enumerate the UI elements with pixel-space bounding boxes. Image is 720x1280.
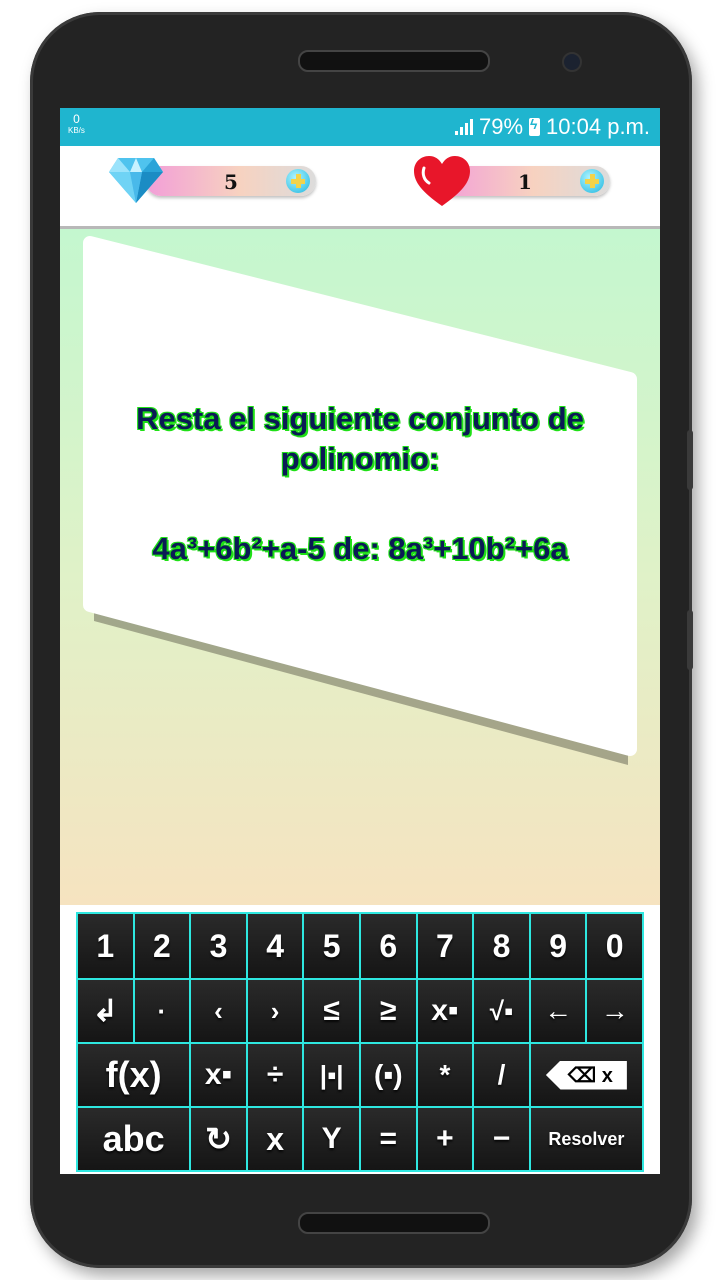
volume-button — [687, 430, 693, 490]
key-absolute[interactable]: |▪| — [303, 1043, 360, 1107]
key-multiply[interactable]: * — [416, 1043, 474, 1107]
key-enter[interactable]: ↲ — [77, 979, 134, 1043]
key-divide[interactable]: / — [473, 1043, 530, 1107]
key-minus[interactable]: − — [473, 1107, 530, 1171]
key-power[interactable]: x▪ — [416, 979, 474, 1043]
question-card — [83, 236, 637, 765]
diamond-counter: 5 — [146, 166, 316, 196]
status-right: 79% 10:04 p.m. — [455, 114, 650, 140]
key-y[interactable]: Y — [303, 1107, 360, 1171]
battery-percent: 79% — [479, 114, 524, 139]
key-plus[interactable]: + — [416, 1107, 474, 1171]
key-7[interactable]: 7 — [416, 913, 474, 979]
key-0[interactable]: 0 — [586, 913, 643, 979]
key-abc[interactable]: abc — [77, 1107, 191, 1171]
key-refresh[interactable]: ↻ — [190, 1107, 247, 1171]
signal-icon — [455, 119, 473, 135]
key-solve[interactable]: Resolver — [529, 1107, 643, 1171]
clock: 10:04 p.m. — [546, 114, 650, 139]
key-parentheses[interactable]: (▪) — [360, 1043, 417, 1107]
front-camera — [562, 52, 582, 72]
diamond-icon — [109, 158, 163, 203]
key-8[interactable]: 8 — [473, 913, 530, 979]
key-greater-than[interactable]: › — [246, 979, 304, 1043]
key-2[interactable]: 2 — [133, 913, 191, 979]
key-9[interactable]: 9 — [529, 913, 587, 979]
key-3[interactable]: 3 — [190, 913, 247, 979]
question-area: Resta el siguiente conjunto de polinomio… — [60, 229, 660, 981]
app-screen: 0 KB/s 79% 10:04 p.m. 5 1 — [60, 108, 660, 1174]
battery-charging-icon — [529, 116, 541, 136]
math-keyboard: 1 2 3 4 5 6 7 8 9 0 ↲ · ‹ › ≤ ≥ x▪ √▪ ← → f(x) x▪ ÷ |▪| (▪) * / ⌫ x… — [76, 912, 644, 1172]
key-x[interactable]: x — [246, 1107, 304, 1171]
key-sqrt[interactable]: √▪ — [473, 979, 530, 1043]
key-subscript[interactable]: x▪ — [190, 1043, 247, 1107]
data-rate-indicator: 0 KB/s — [68, 112, 85, 136]
key-greater-equal[interactable]: ≥ — [360, 979, 417, 1043]
key-fraction[interactable]: ÷ — [246, 1043, 304, 1107]
data-rate-value: 0 — [73, 112, 80, 126]
add-diamonds-button[interactable] — [286, 169, 310, 193]
resource-bar: 5 1 — [60, 146, 660, 229]
key-6[interactable]: 6 — [360, 913, 417, 979]
add-lives-button[interactable] — [580, 169, 604, 193]
key-less-equal[interactable]: ≤ — [303, 979, 360, 1043]
bottom-speaker — [298, 1212, 490, 1234]
earpiece-speaker — [298, 50, 490, 72]
key-5[interactable]: 5 — [303, 913, 360, 979]
polynomial-expression: 4a³+6b²+a-5 de: 8a³+10b²+6a — [152, 531, 568, 566]
data-rate-unit: KB/s — [68, 126, 85, 135]
key-less-than[interactable]: ‹ — [190, 979, 247, 1043]
backspace-icon: ⌫ x — [545, 1060, 627, 1090]
power-button — [687, 610, 693, 670]
key-function[interactable]: f(x) — [77, 1043, 191, 1107]
key-dot[interactable]: · — [133, 979, 191, 1043]
status-bar: 0 KB/s 79% 10:04 p.m. — [60, 108, 660, 146]
key-left-arrow[interactable]: ← — [529, 979, 587, 1043]
key-4[interactable]: 4 — [246, 913, 304, 979]
question-text: Resta el siguiente conjunto de polinomio… — [136, 401, 584, 476]
key-backspace[interactable]: ⌫ x — [529, 1043, 643, 1107]
heart-icon — [414, 156, 470, 206]
key-1[interactable]: 1 — [77, 913, 134, 979]
key-equals[interactable]: = — [360, 1107, 417, 1171]
key-right-arrow[interactable]: → — [586, 979, 643, 1043]
